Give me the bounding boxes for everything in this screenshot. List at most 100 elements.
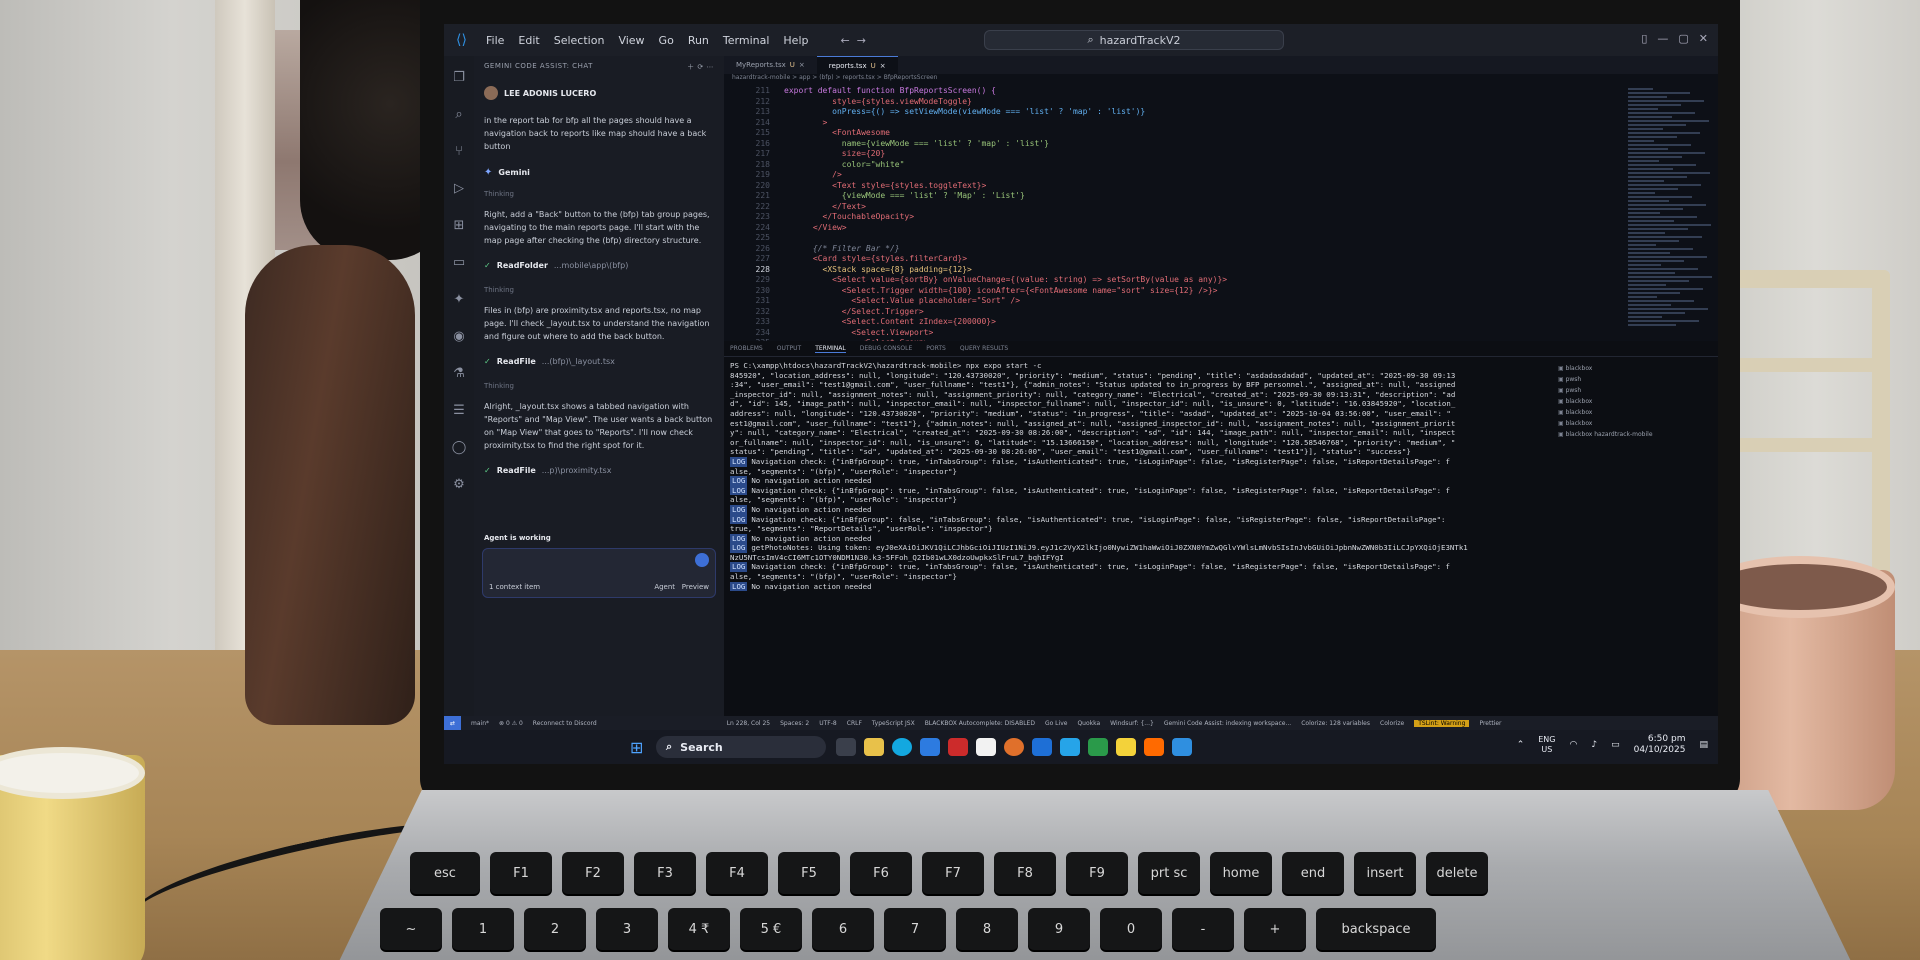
layout-toggle-icon[interactable]: ▯ <box>1641 32 1647 45</box>
panel-tab[interactable]: OUTPUT <box>777 345 801 352</box>
app-icon[interactable] <box>948 738 968 756</box>
close-tab-icon[interactable]: × <box>880 62 886 70</box>
terminal-instance[interactable]: blackbox <box>1558 418 1708 429</box>
blackbox-icon[interactable]: ◉ <box>453 329 464 344</box>
close-icon[interactable]: ✕ <box>1699 32 1708 45</box>
tool-call-readfolder[interactable]: ✓ ReadFolder ...mobile\app\(bfp) <box>484 261 714 270</box>
code-line[interactable]: 221 {viewMode === 'list' ? 'Map' : 'List… <box>724 191 1718 202</box>
code-line[interactable]: 230 <Select.Trigger width={100} iconAfte… <box>724 286 1718 297</box>
git-branch[interactable]: main* <box>471 720 489 727</box>
windows-start-icon[interactable]: ⊞ <box>630 738 643 757</box>
code-line[interactable]: 224 </View> <box>724 223 1718 234</box>
terminal-app-icon[interactable] <box>1088 738 1108 756</box>
tool-call-readfile-layout[interactable]: ✓ ReadFile ...(bfp)\_layout.tsx <box>484 357 714 366</box>
source-control-icon[interactable]: ⑂ <box>455 144 463 159</box>
browser-icon[interactable] <box>1004 738 1024 756</box>
gemini-status[interactable]: Gemini Code Assist: indexing workspace..… <box>1164 720 1291 727</box>
back-forward-arrows-icon[interactable]: ← → <box>840 34 865 47</box>
terminal-output[interactable]: PS C:\xampp\htdocs\hazardTrackV2\hazardt… <box>730 361 1550 592</box>
remote-indicator-icon[interactable]: ⇄ <box>444 716 462 730</box>
code-line[interactable]: 226 {/* Filter Bar */} <box>724 244 1718 255</box>
task-view-icon[interactable] <box>836 738 856 756</box>
battery-icon[interactable]: ▭ <box>1611 740 1620 750</box>
menu-edit[interactable]: Edit <box>518 34 539 47</box>
encoding[interactable]: UTF-8 <box>819 720 837 727</box>
code-line[interactable]: 216 name={viewMode === 'list' ? 'map' : … <box>724 139 1718 150</box>
account-icon[interactable]: ◯ <box>452 440 467 455</box>
minimap[interactable] <box>1628 86 1718 341</box>
maximize-icon[interactable]: ▢ <box>1678 32 1688 45</box>
code-line[interactable]: 229 <Select value={sortBy} onValueChange… <box>724 275 1718 286</box>
code-line[interactable]: 234 <Select.Viewport> <box>724 328 1718 339</box>
editor-tab[interactable]: reports.tsx U × <box>816 56 898 74</box>
menu-selection[interactable]: Selection <box>554 34 605 47</box>
telegram-icon[interactable] <box>1060 738 1080 756</box>
breadcrumb[interactable]: hazardtrack-mobile > app > (bfp) > repor… <box>724 74 1718 86</box>
code-line[interactable]: 211 export default function BfpReportsScr… <box>724 86 1718 97</box>
extensions-icon[interactable]: ⊞ <box>454 218 465 233</box>
menu-run[interactable]: Run <box>688 34 709 47</box>
chevron-up-icon[interactable]: ⌃ <box>1517 740 1525 750</box>
run-debug-icon[interactable]: ▷ <box>454 181 464 196</box>
notification-icon[interactable]: ▤ <box>1699 740 1708 750</box>
settings-gear-icon[interactable]: ⚙ <box>453 477 465 492</box>
tool-call-readfile-proximity[interactable]: ✓ ReadFile ...p)\proximity.tsx <box>484 466 714 475</box>
prettier[interactable]: Prettier <box>1479 720 1501 727</box>
quokka[interactable]: Quokka <box>1077 720 1100 727</box>
code-line[interactable]: 225 <box>724 233 1718 244</box>
code-line[interactable]: 214 > <box>724 118 1718 129</box>
database-icon[interactable]: ☰ <box>453 403 465 418</box>
store-icon[interactable] <box>920 738 940 756</box>
command-center-search[interactable]: ⌕ hazardTrackV2 <box>984 30 1284 50</box>
gemini-icon[interactable]: ✦ <box>454 292 465 307</box>
terminal-instance[interactable]: blackbox <box>1558 407 1708 418</box>
code-line[interactable]: 231 <Select.Value placeholder="Sort" /> <box>724 296 1718 307</box>
input-language[interactable]: ENG US <box>1538 735 1555 755</box>
menu-view[interactable]: View <box>618 34 644 47</box>
menu-help[interactable]: Help <box>783 34 808 47</box>
menu-file[interactable]: File <box>486 34 504 47</box>
windsurf[interactable]: Windsurf: {...} <box>1110 720 1154 727</box>
discord-reconnect[interactable]: Reconnect to Discord <box>533 720 597 727</box>
cursor-position[interactable]: Ln 228, Col 25 <box>727 720 770 727</box>
problems-count[interactable]: ⊗ 0 ⚠ 0 <box>499 720 523 727</box>
panel-tab[interactable]: DEBUG CONSOLE <box>860 345 913 352</box>
terminal-instance[interactable]: blackbox <box>1558 396 1708 407</box>
colorize-count[interactable]: Colorize: 128 variables <box>1301 720 1370 727</box>
thinking-label[interactable]: Thinking <box>484 190 714 198</box>
remote-explorer-icon[interactable]: ▭ <box>453 255 465 270</box>
panel-tab[interactable]: TERMINAL <box>815 345 846 353</box>
minimize-icon[interactable]: — <box>1657 32 1668 45</box>
notes-icon[interactable] <box>1116 738 1136 756</box>
terminal-instance[interactable]: pwsh <box>1558 385 1708 396</box>
code-line[interactable]: 233 <Select.Content zIndex={200000}> <box>724 317 1718 328</box>
blackbox-status[interactable]: BLACKBOX Autocomplete: DISABLED <box>925 720 1035 727</box>
xampp-icon[interactable] <box>1144 738 1164 756</box>
terminal-instance[interactable]: blackbox hazardtrack-mobile <box>1558 429 1708 440</box>
wifi-icon[interactable]: ◠ <box>1569 740 1577 750</box>
code-line[interactable]: 215 <FontAwesome <box>724 128 1718 139</box>
terminal-instance[interactable]: pwsh <box>1558 374 1708 385</box>
editor-tab[interactable]: MyReports.tsx U × <box>724 56 817 74</box>
code-line[interactable]: 228 <XStack space={8} padding={12}> <box>724 265 1718 276</box>
thinking-label[interactable]: Thinking <box>484 286 714 294</box>
code-line[interactable]: 232 </Select.Trigger> <box>724 307 1718 318</box>
language-mode[interactable]: TypeScript JSX <box>872 720 915 727</box>
clock[interactable]: 6:50 pm 04/10/2025 <box>1634 734 1686 756</box>
explorer-icon[interactable]: ❐ <box>453 70 465 85</box>
panel-tab[interactable]: QUERY RESULTS <box>960 345 1008 352</box>
code-line[interactable]: 227 <Card style={styles.filterCard}> <box>724 254 1718 265</box>
panel-tab[interactable]: PORTS <box>926 345 946 352</box>
agent-mode-toggle[interactable]: Agent Preview <box>654 583 709 591</box>
indentation[interactable]: Spaces: 2 <box>780 720 809 727</box>
menu-go[interactable]: Go <box>659 34 674 47</box>
menu-terminal[interactable]: Terminal <box>723 34 770 47</box>
code-line[interactable]: 212 style={styles.viewModeToggle} <box>724 97 1718 108</box>
edge-icon[interactable] <box>892 738 912 756</box>
chat-input[interactable]: 1 context item Agent Preview <box>482 548 716 598</box>
search-icon[interactable]: ⌕ <box>455 107 462 122</box>
tslint-warning[interactable]: TSLint: Warning <box>1414 719 1470 727</box>
code-line[interactable]: 217 size={20} <box>724 149 1718 160</box>
mail-icon[interactable] <box>1032 738 1052 756</box>
colorize[interactable]: Colorize <box>1380 720 1404 727</box>
